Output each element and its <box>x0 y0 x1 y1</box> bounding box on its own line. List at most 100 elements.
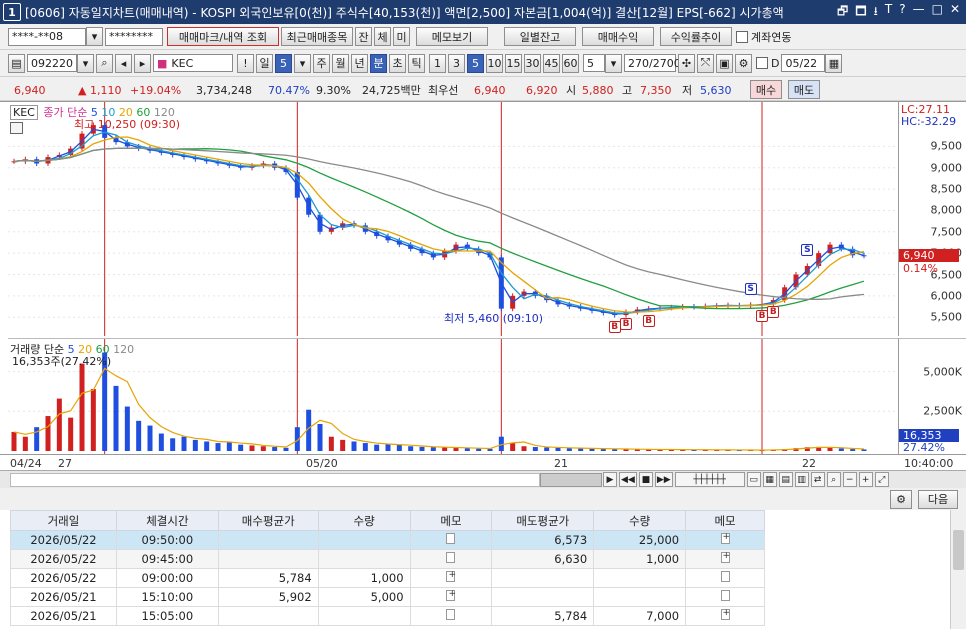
maximize-icon[interactable]: 🗖 <box>855 2 866 23</box>
cell-buy-memo[interactable] <box>409 587 493 607</box>
chart-scrollbar-track[interactable] <box>10 473 540 487</box>
candle-icon[interactable]: ▥ <box>794 472 809 487</box>
zoom-out-icon[interactable]: − <box>842 472 857 487</box>
window-maximize-icon[interactable]: □ <box>932 2 943 23</box>
table-row[interactable]: 2026/05/21 15:10:00 5,902 5,000 <box>10 587 765 607</box>
buy-marker[interactable]: B <box>620 318 632 331</box>
buy-marker[interactable]: B <box>608 321 621 334</box>
zoom-slider[interactable]: ┼┼┼┼┼┼ <box>674 472 745 487</box>
account-dropdown[interactable]: ▾ <box>86 27 103 46</box>
buy-marker[interactable]: B <box>642 314 655 327</box>
interval-15[interactable]: 15 <box>505 53 522 73</box>
save-icon[interactable]: ▣ <box>716 53 733 73</box>
memo-add-icon[interactable] <box>446 570 456 582</box>
trade-profit-button[interactable]: 매매수익 <box>582 27 654 46</box>
account-field[interactable]: ****-**08 <box>8 27 86 46</box>
period-tick[interactable]: 틱 <box>408 53 425 73</box>
buy-marker[interactable]: B <box>756 310 768 323</box>
stock-code-input[interactable]: 092220 <box>27 54 77 72</box>
memo-add-icon[interactable] <box>720 551 730 563</box>
cell-sell-memo[interactable] <box>685 587 765 607</box>
sell-button[interactable]: 매도 <box>788 80 820 99</box>
sell-marker[interactable]: S <box>744 282 757 295</box>
period-select[interactable]: 5 <box>275 53 292 73</box>
table-row[interactable]: 2026/05/21 15:05:00 5,784 7,000 <box>10 606 765 626</box>
volume-panel[interactable]: 거래량 단순 5 20 60 120 16,353주(27.42%) <box>8 338 898 455</box>
grid-icon[interactable]: ▦ <box>762 472 777 487</box>
table-scrollbar-thumb[interactable] <box>953 530 964 570</box>
count-dropdown[interactable]: ▾ <box>605 53 622 73</box>
gear-icon[interactable]: ⚙ <box>735 53 752 73</box>
tab-executed[interactable]: 체 <box>374 27 391 46</box>
memo-empty-icon[interactable] <box>446 552 456 563</box>
tab-unexecuted[interactable]: 미 <box>393 27 410 46</box>
table-row[interactable]: 2026/05/22 09:50:00 6,573 25,000 <box>10 530 765 550</box>
col-trade-date[interactable]: 거래일 <box>10 510 117 531</box>
zoom-in-icon[interactable]: + <box>858 472 873 487</box>
interval-5[interactable]: 5 <box>467 53 484 73</box>
col-buy-memo[interactable]: 메모 <box>409 510 493 531</box>
cell-buy-memo[interactable] <box>409 549 493 569</box>
memo-empty-icon[interactable] <box>720 571 730 582</box>
minimize-icon[interactable]: — <box>913 2 925 23</box>
table-icon[interactable] <box>10 122 23 134</box>
tab-balance[interactable]: 잔 <box>355 27 372 46</box>
col-sell-memo[interactable]: 메모 <box>685 510 765 531</box>
count-input[interactable]: 5 <box>583 54 605 72</box>
memo-add-icon[interactable] <box>720 608 730 620</box>
next-button[interactable]: 다음 <box>918 489 958 509</box>
daily-balance-button[interactable]: 일별잔고 <box>504 27 576 46</box>
table-scrollbar[interactable] <box>950 510 966 629</box>
memo-add-icon[interactable] <box>446 589 456 601</box>
price-panel[interactable]: KEC 종가 단순 5 10 20 60 120 최고 10,250 (09:3… <box>8 102 898 336</box>
date-input[interactable]: 05/22 <box>781 54 826 72</box>
line-icon[interactable]: ▤ <box>778 472 793 487</box>
table-row[interactable]: 2026/05/22 09:45:00 6,630 1,000 <box>10 549 765 569</box>
buy-marker[interactable]: B <box>767 306 780 319</box>
memo-empty-icon[interactable] <box>446 533 456 544</box>
cell-buy-memo[interactable] <box>409 530 493 550</box>
day-button[interactable]: 일 <box>256 53 273 73</box>
chart-scrollbar-thumb[interactable] <box>540 473 602 487</box>
date-checkbox[interactable] <box>756 57 768 69</box>
sell-marker[interactable]: S <box>801 243 814 256</box>
search-icon[interactable]: ⌕ <box>96 53 113 73</box>
cross-icon[interactable]: ✣ <box>678 53 695 73</box>
period-dropdown[interactable]: ▾ <box>294 53 311 73</box>
cell-sell-memo[interactable] <box>685 568 765 588</box>
interval-3[interactable]: 3 <box>448 53 465 73</box>
draw-icon[interactable]: ⤲ <box>697 53 714 73</box>
col-buy-avg[interactable]: 매수평균가 <box>217 510 319 531</box>
volume-chart[interactable] <box>8 339 898 455</box>
settings-button[interactable]: ⚙ <box>890 489 912 509</box>
interval-10[interactable]: 10 <box>486 53 503 73</box>
scroll-right-icon[interactable]: ▶ <box>603 472 617 487</box>
interval-45[interactable]: 45 <box>543 53 560 73</box>
interval-60[interactable]: 60 <box>562 53 579 73</box>
interval-1[interactable]: 1 <box>429 53 446 73</box>
expand-icon[interactable]: ⤢ <box>874 472 889 487</box>
cell-sell-memo[interactable] <box>685 549 765 569</box>
recent-trades-button[interactable]: 최근매매종목 <box>281 27 353 46</box>
period-month[interactable]: 월 <box>332 53 349 73</box>
calendar-icon[interactable]: ▦ <box>825 53 843 73</box>
cell-sell-memo[interactable] <box>685 606 765 626</box>
price-chart[interactable] <box>8 102 898 336</box>
font-icon[interactable]: T <box>885 2 892 23</box>
stop-icon[interactable]: ■ <box>638 472 653 487</box>
bar-icon[interactable]: ▭ <box>746 472 761 487</box>
help-icon[interactable]: ? <box>899 2 905 23</box>
buy-button[interactable]: 매수 <box>750 80 782 99</box>
memo-empty-icon[interactable] <box>720 590 730 601</box>
table-row[interactable]: 2026/05/22 09:00:00 5,784 1,000 <box>10 568 765 588</box>
fast-forward-icon[interactable]: ▶▶ <box>654 472 673 487</box>
code-dropdown[interactable]: ▾ <box>77 53 94 73</box>
col-sell-avg[interactable]: 매도평균가 <box>491 510 595 531</box>
password-field[interactable]: ******** <box>105 27 163 46</box>
pin-icon[interactable]: ⭳ <box>874 2 878 23</box>
magnify-icon[interactable]: ⌕ <box>826 472 841 487</box>
menu-icon[interactable]: ▤ <box>8 53 25 73</box>
col-buy-qty[interactable]: 수량 <box>317 510 411 531</box>
compare-icon[interactable]: ⇄ <box>810 472 825 487</box>
period-minute[interactable]: 분 <box>370 53 387 73</box>
